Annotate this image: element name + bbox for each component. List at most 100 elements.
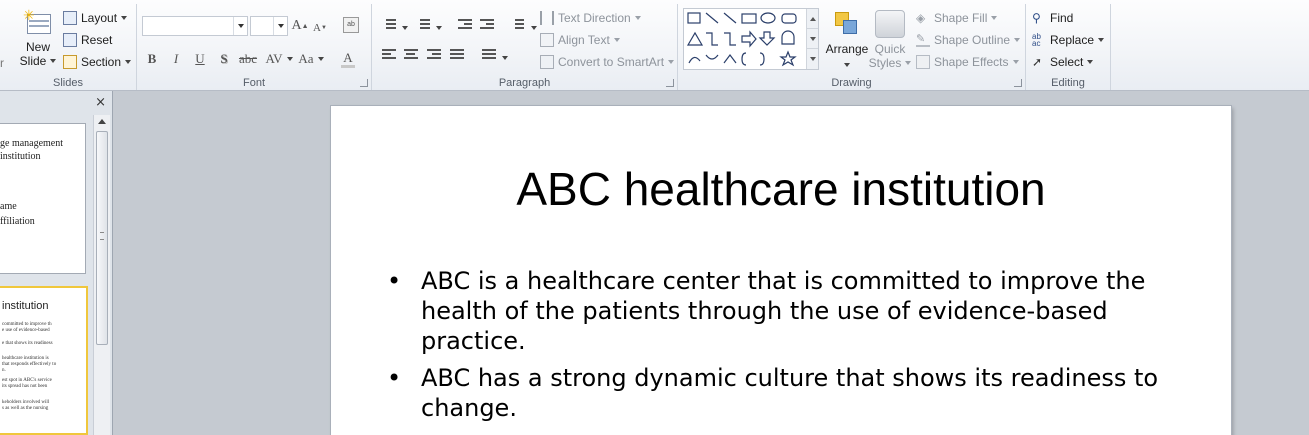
- font-group: A ▲ A ▼ ab B I U S abc AV Aa A Font: [137, 4, 372, 90]
- grow-font-button[interactable]: A ▲: [291, 16, 308, 36]
- font-dialog-launcher-icon[interactable]: [360, 79, 368, 87]
- line-spacing-icon[interactable]: [510, 19, 524, 31]
- freeform-shape-icon: [723, 54, 737, 64]
- rectangle-shape-icon: [741, 13, 757, 24]
- align-text-button[interactable]: Align Text: [540, 30, 620, 50]
- font-group-label: Font: [242, 77, 265, 89]
- quick-styles-icon: [875, 10, 905, 38]
- thumb1-line1: ge management: [0, 138, 64, 149]
- editing-group-label: Editing: [1051, 77, 1085, 89]
- slides-group: r ✳ New Slide Layout Reset Section Slide…: [0, 4, 137, 90]
- cursor-icon: ➚: [1032, 55, 1043, 69]
- arrow-line-shape-icon: [723, 12, 737, 24]
- slide-bullet-2[interactable]: ABC has a strong dynamic culture that sh…: [387, 363, 1187, 423]
- layout-icon: [63, 11, 77, 25]
- curve-shape-icon: [688, 56, 701, 64]
- editing-group: ⚲ Find ab ac Replace ➚ Select Editing: [1026, 4, 1111, 90]
- replace-icon: ab ac: [1032, 32, 1041, 48]
- numbering-icon[interactable]: [416, 19, 430, 31]
- shape-outline-button[interactable]: ✎ Shape Outline: [916, 30, 1021, 50]
- font-name-combo[interactable]: [142, 16, 248, 36]
- decrease-indent-icon[interactable]: [458, 19, 472, 31]
- thumb2-title: institution: [2, 300, 49, 312]
- shape-effects-button[interactable]: Shape Effects: [916, 52, 1019, 72]
- shapes-gallery[interactable]: [683, 8, 819, 70]
- elbow-connector-shape-icon: [706, 32, 718, 46]
- pentagon-shape-icon: [781, 30, 795, 45]
- arrange-icon: [833, 10, 861, 38]
- scroll-thumb[interactable]: [96, 131, 108, 345]
- underline-button[interactable]: U: [191, 49, 209, 69]
- select-button[interactable]: ➚ Select: [1032, 52, 1094, 72]
- slide-title[interactable]: ABC healthcare institution: [331, 162, 1231, 216]
- gallery-more-icon[interactable]: [807, 49, 818, 69]
- bullets-icon[interactable]: [382, 19, 396, 31]
- align-text-icon: [540, 33, 554, 47]
- bullets-dropdown-icon[interactable]: [402, 26, 408, 30]
- drawing-dialog-launcher-icon[interactable]: [1014, 79, 1022, 87]
- justify-icon[interactable]: [450, 49, 464, 61]
- slide-thumbnail-1[interactable]: ge management institution ame ffiliation: [0, 123, 86, 274]
- thumb2-line: n.: [2, 368, 6, 373]
- slide-bullet-1[interactable]: ABC is a healthcare center that is commi…: [387, 266, 1187, 356]
- thumb2-line: its spread has not been: [2, 384, 48, 389]
- layout-button[interactable]: Layout: [63, 8, 128, 28]
- scroll-up-icon[interactable]: [98, 119, 106, 124]
- new-slide-icon: ✳: [23, 8, 53, 36]
- grip-icon: [100, 232, 104, 240]
- clear-format-icon[interactable]: ab: [343, 17, 359, 33]
- paragraph-dialog-launcher-icon[interactable]: [666, 79, 674, 87]
- columns-icon[interactable]: [482, 49, 496, 61]
- text-box-shape-icon: [687, 12, 701, 24]
- close-icon[interactable]: ×: [95, 95, 106, 110]
- shadow-button[interactable]: S: [215, 49, 233, 69]
- italic-button[interactable]: I: [167, 49, 185, 69]
- align-right-icon[interactable]: [427, 49, 441, 61]
- slide-body[interactable]: ABC is a healthcare center that is commi…: [387, 266, 1187, 430]
- font-color-bar: [341, 64, 355, 68]
- ribbon: r ✳ New Slide Layout Reset Section Slide…: [0, 0, 1309, 91]
- thumb2-line: s as well as the nursing: [2, 406, 49, 411]
- replace-button[interactable]: ab ac Replace: [1032, 30, 1105, 50]
- thumb2-line: e that shows its readiness: [2, 341, 53, 346]
- increase-indent-icon[interactable]: [480, 19, 494, 31]
- strikethrough-button[interactable]: abc: [236, 49, 260, 69]
- change-case-button[interactable]: Aa: [297, 49, 325, 69]
- reset-button[interactable]: Reset: [63, 30, 112, 50]
- thumbnails-scrollbar[interactable]: [93, 115, 110, 435]
- slide-thumbnails-pane: × ge management institution ame ffiliati…: [0, 91, 113, 435]
- new-slide-button[interactable]: ✳ New Slide: [18, 6, 58, 74]
- line-spacing-dropdown-icon[interactable]: [531, 26, 537, 30]
- section-icon: [63, 55, 77, 69]
- new-slide-label-2: Slide: [18, 54, 58, 68]
- gallery-scroll[interactable]: [806, 9, 818, 69]
- smartart-icon: [540, 55, 554, 69]
- bold-button[interactable]: B: [143, 49, 161, 69]
- quick-styles-button[interactable]: Quick Styles: [869, 8, 912, 72]
- slide-thumbnail-2[interactable]: institution committed to improve th e us…: [0, 286, 88, 435]
- slide-editor: ABC healthcare institution ABC is a heal…: [114, 91, 1309, 435]
- thumb1-line4: ffiliation: [0, 216, 35, 227]
- shape-fill-button[interactable]: ◈ Shape Fill: [916, 8, 998, 28]
- font-size-combo[interactable]: [250, 16, 288, 36]
- character-spacing-button[interactable]: AV: [264, 49, 294, 69]
- text-direction-button[interactable]: Text Direction: [540, 8, 641, 28]
- shrink-font-button[interactable]: A ▼: [313, 18, 327, 38]
- convert-to-smartart-button[interactable]: Convert to SmartArt: [540, 52, 675, 72]
- find-button[interactable]: ⚲ Find: [1032, 8, 1073, 28]
- align-center-icon[interactable]: [404, 49, 418, 61]
- numbering-dropdown-icon[interactable]: [436, 26, 442, 30]
- align-left-icon[interactable]: [382, 49, 396, 61]
- section-button[interactable]: Section: [63, 52, 132, 72]
- text-direction-icon: [540, 11, 554, 25]
- font-name-dropdown-icon[interactable]: [233, 17, 247, 35]
- current-slide[interactable]: ABC healthcare institution ABC is a heal…: [331, 106, 1231, 435]
- gallery-down-icon[interactable]: [807, 29, 818, 49]
- elbow-arrow-shape-icon: [724, 32, 736, 46]
- arrange-button[interactable]: Arrange: [824, 8, 870, 72]
- columns-dropdown-icon[interactable]: [502, 56, 508, 60]
- font-size-dropdown-icon[interactable]: [273, 17, 287, 35]
- reset-icon: [63, 33, 77, 47]
- font-color-button[interactable]: A: [337, 49, 359, 69]
- gallery-up-icon[interactable]: [807, 9, 818, 29]
